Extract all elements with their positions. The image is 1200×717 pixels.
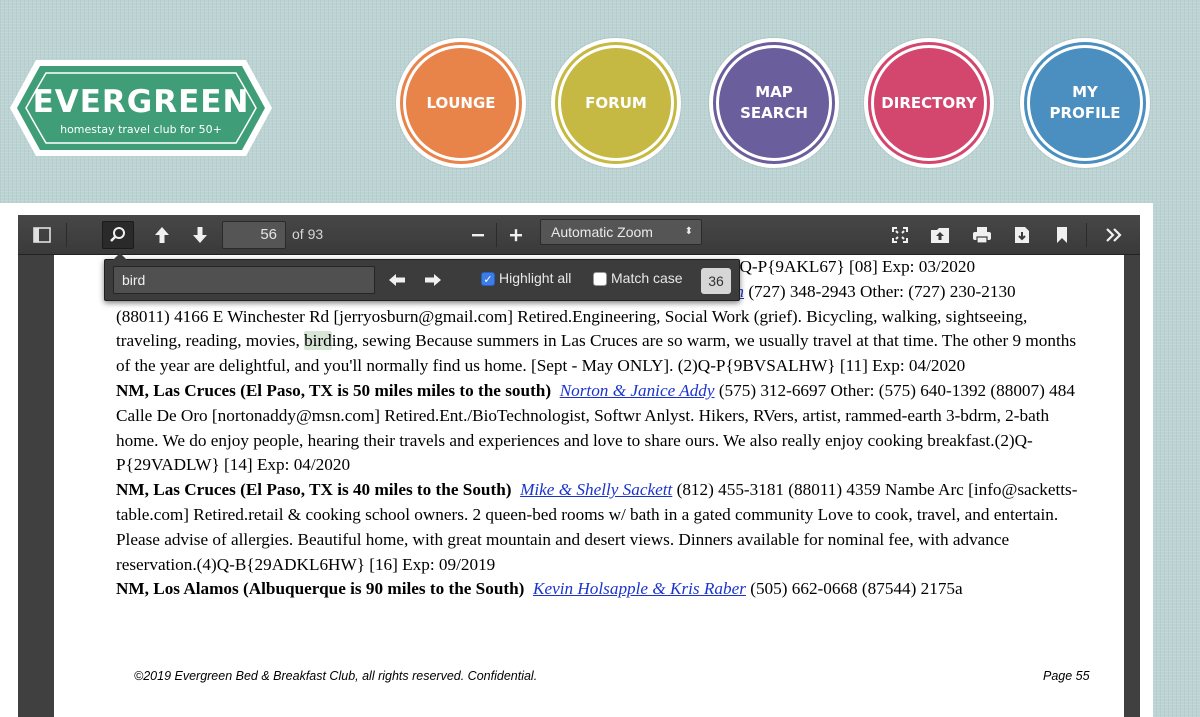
nav-forum-button[interactable]: FORUM: [551, 38, 681, 168]
sidebar-toggle-icon[interactable]: [26, 221, 58, 249]
pdf-viewer: 56 of 93 Automatic Zoom ⬍)Q-P{9AKL67} […: [18, 215, 1140, 717]
host-name-link[interactable]: Mike & Shelly Sackett: [520, 480, 672, 499]
nav-map-search-button[interactable]: MAP SEARCH: [709, 38, 839, 168]
highlight-all-label: Highlight all: [499, 270, 572, 286]
directory-listing: [)Q-P{9AKL67} [08] Exp: 03/2020 Nn (727)…: [116, 255, 1086, 602]
highlight-all-checkbox[interactable]: ✓: [481, 272, 495, 286]
find-bar: bird ✓ Highlight all Match case 36: [104, 253, 740, 301]
listing-entry: NM, Las Cruces (El Paso, TX is 50 miles …: [116, 380, 1075, 475]
zoom-in-icon[interactable]: [500, 221, 532, 249]
select-caret-icon: ⬍: [684, 226, 693, 237]
find-next-icon[interactable]: [417, 267, 449, 293]
nav-my-profile-button[interactable]: MY PROFILE: [1020, 38, 1150, 168]
presentation-mode-icon[interactable]: [884, 221, 916, 249]
download-icon[interactable]: [1006, 221, 1038, 249]
logo-title: EVERGREEN: [32, 84, 250, 120]
listing-heading: NM, Las Cruces (El Paso, TX is 50 miles …: [116, 380, 552, 400]
nav-lounge-button[interactable]: LOUNGE: [396, 38, 526, 168]
find-previous-icon[interactable]: [381, 267, 413, 293]
host-name-link[interactable]: Norton & Janice Addy: [560, 381, 715, 400]
match-count-badge: 36: [701, 268, 731, 294]
logo-tagline: homestay travel club for 50+: [60, 123, 222, 136]
pdf-viewer-frame: 56 of 93 Automatic Zoom ⬍)Q-P{9AKL67} […: [0, 203, 1153, 717]
host-name-link[interactable]: Kevin Holsapple & Kris Raber: [533, 579, 746, 598]
toolbar-separator: [496, 223, 497, 247]
match-case-checkbox[interactable]: [593, 272, 607, 286]
tools-icon[interactable]: [1098, 221, 1130, 249]
zoom-select[interactable]: Automatic Zoom ⬍: [540, 219, 702, 245]
nav-directory-button[interactable]: DIRECTORY: [864, 38, 994, 168]
search-icon[interactable]: [102, 221, 134, 249]
evergreen-logo[interactable]: EVERGREEN homestay travel club for 50+: [6, 52, 276, 164]
match-case-label: Match case: [611, 270, 683, 286]
page-number-input[interactable]: 56: [222, 221, 286, 249]
toolbar-separator: [1086, 223, 1087, 247]
page-footer-number: Page 55: [1043, 669, 1090, 683]
previous-page-icon[interactable]: [146, 221, 178, 249]
page-count: of 93: [292, 226, 324, 242]
pdf-toolbar: 56 of 93 Automatic Zoom ⬍: [18, 215, 1140, 255]
listing-heading: NM, Los Alamos (Albuquerque is 90 miles …: [116, 579, 525, 599]
toolbar-separator: [66, 223, 67, 247]
listing-entry: NM, Los Alamos (Albuquerque is 90 miles …: [116, 579, 963, 599]
pdf-page: [)Q-P{9AKL67} [08] Exp: 03/2020 Nn (727)…: [54, 255, 1124, 717]
listing-heading: NM, Las Cruces (El Paso, TX is 40 miles …: [116, 480, 512, 500]
open-file-icon[interactable]: [924, 221, 956, 249]
listing-entry: (88011) 4166 E Winchester Rd [jerryosbur…: [116, 306, 1077, 376]
next-page-icon[interactable]: [184, 221, 216, 249]
search-highlight: bird: [304, 331, 332, 351]
listing-entry: NM, Las Cruces (El Paso, TX is 40 miles …: [116, 480, 1078, 574]
page-footer-copyright: ©2019 Evergreen Bed & Breakfast Club, al…: [134, 669, 538, 683]
zoom-select-value: Automatic Zoom: [551, 224, 653, 240]
bookmark-icon[interactable]: [1046, 221, 1078, 249]
print-icon[interactable]: [966, 221, 998, 249]
find-bar-pointer: [113, 253, 127, 260]
zoom-out-icon[interactable]: [462, 221, 494, 249]
find-input[interactable]: bird: [113, 266, 375, 294]
